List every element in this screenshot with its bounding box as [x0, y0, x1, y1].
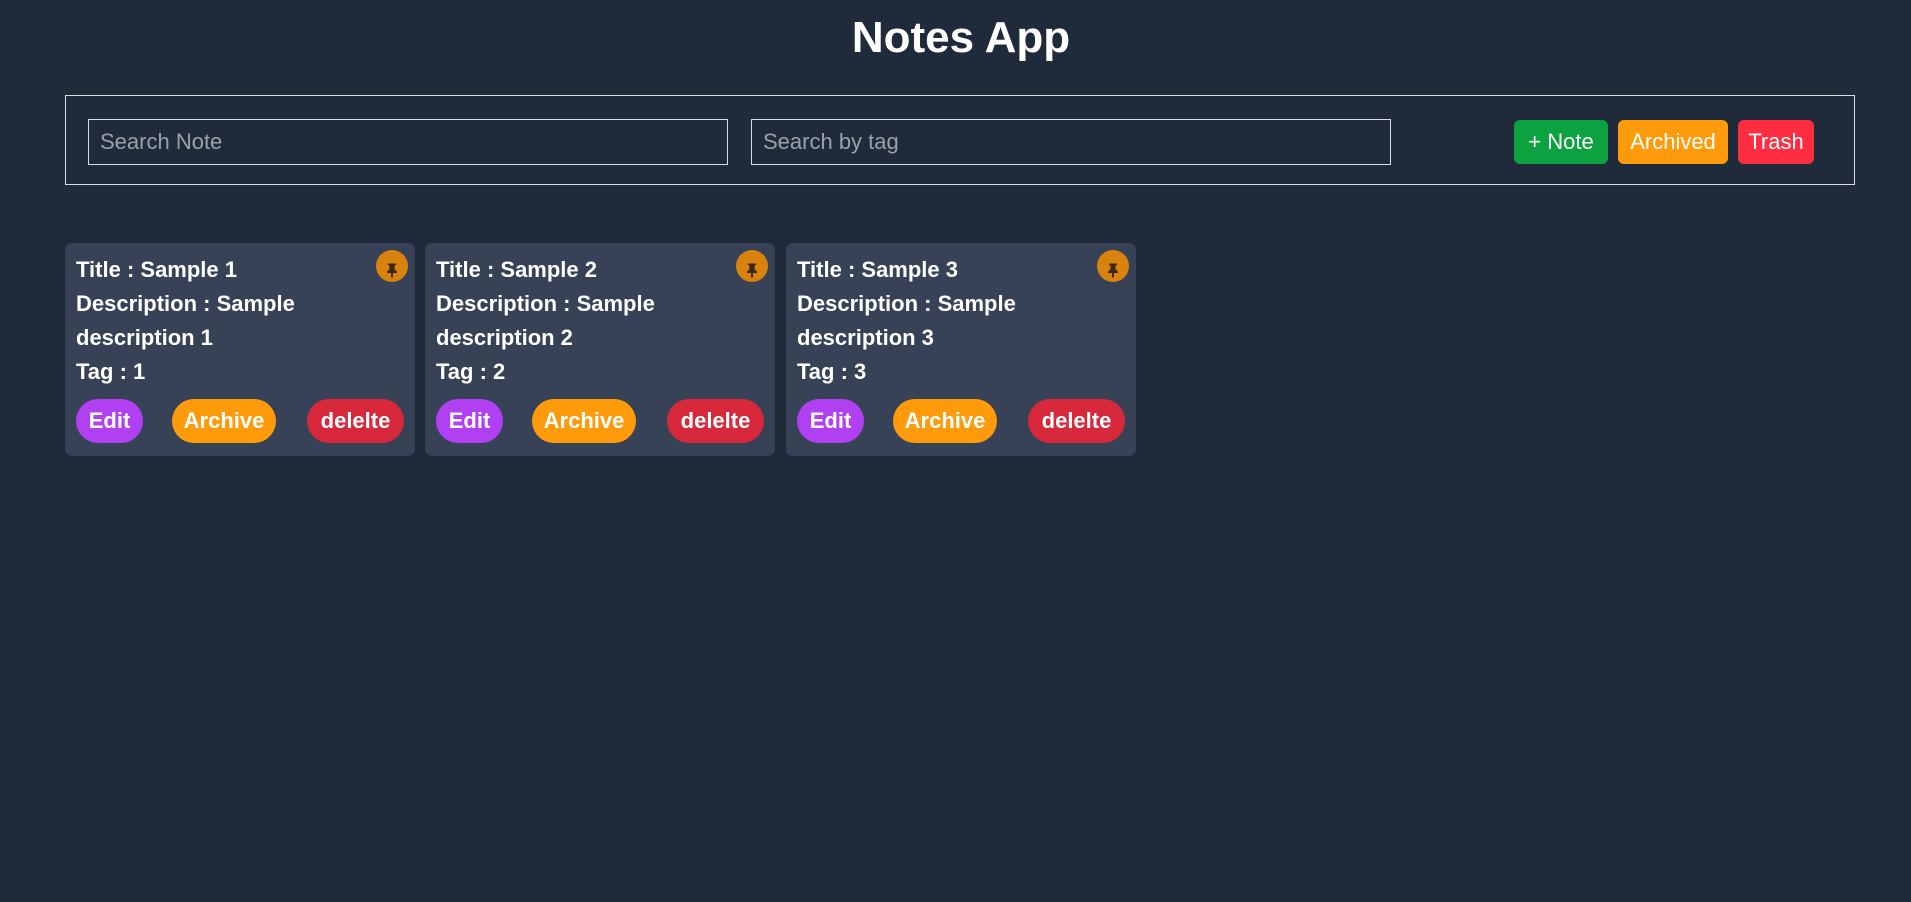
pin-button[interactable] [1097, 250, 1129, 282]
note-title: Sample 1 [140, 257, 237, 282]
delete-button[interactable]: delelte [1028, 399, 1125, 443]
pin-icon [1108, 263, 1118, 278]
note-tag: 3 [854, 359, 867, 384]
note-tag-line: Tag : 2 [436, 359, 506, 384]
pin-button[interactable] [376, 250, 408, 282]
archive-button[interactable]: Archive [172, 399, 276, 443]
archived-button[interactable]: Archived [1618, 120, 1728, 164]
note-title-line: Title : Sample 3 [797, 257, 958, 282]
note-tag-line: Tag : 1 [76, 359, 146, 384]
note-description-line: Description : Sample description 1 [76, 291, 295, 350]
archive-button[interactable]: Archive [893, 399, 997, 443]
note-actions: Edit Archive delelte [76, 399, 404, 443]
pin-button[interactable] [736, 250, 768, 282]
delete-button[interactable]: delelte [307, 399, 404, 443]
note-description-line: Description : Sample description 3 [797, 291, 1016, 350]
note-actions: Edit Archive delelte [436, 399, 764, 443]
pin-icon [747, 263, 757, 278]
pin-icon [387, 263, 397, 278]
note-description-line: Description : Sample description 2 [436, 291, 655, 350]
note-tag: 1 [133, 359, 146, 384]
add-note-button[interactable]: + Note [1514, 120, 1608, 164]
app-title: Notes App [851, 13, 1071, 62]
note-title: Sample 3 [861, 257, 958, 282]
delete-button[interactable]: delelte [667, 399, 764, 443]
note-actions: Edit Archive delelte [797, 399, 1125, 443]
edit-button[interactable]: Edit [76, 399, 143, 443]
search-tag-input[interactable] [751, 119, 1391, 165]
note-card: Title : Sample 1 Description : Sample de… [65, 243, 415, 456]
edit-button[interactable]: Edit [797, 399, 864, 443]
note-tag-line: Tag : 3 [797, 359, 867, 384]
toolbar: + Note Archived Trash [65, 95, 1855, 185]
note-card: Title : Sample 2 Description : Sample de… [425, 243, 775, 456]
note-tag: 2 [493, 359, 506, 384]
note-title-line: Title : Sample 2 [436, 257, 597, 282]
trash-button[interactable]: Trash [1738, 120, 1814, 164]
note-title-line: Title : Sample 1 [76, 257, 237, 282]
note-card: Title : Sample 3 Description : Sample de… [786, 243, 1136, 456]
edit-button[interactable]: Edit [436, 399, 503, 443]
note-title: Sample 2 [500, 257, 597, 282]
archive-button[interactable]: Archive [532, 399, 636, 443]
search-note-input[interactable] [88, 119, 728, 165]
